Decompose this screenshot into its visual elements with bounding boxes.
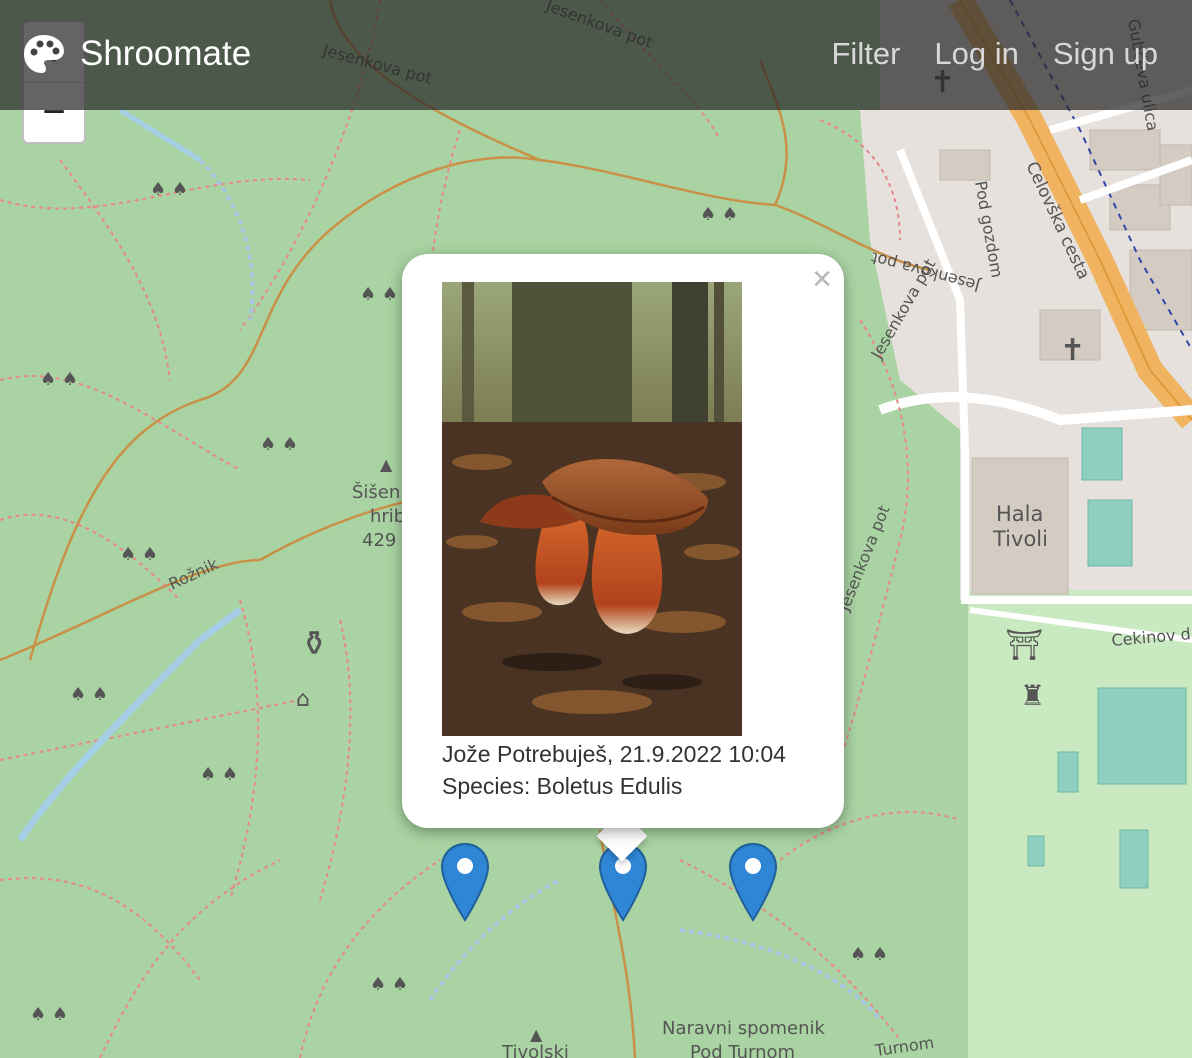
nav-links: Filter Log in Sign up <box>832 34 1159 74</box>
mushroom-photo <box>442 282 742 736</box>
amphora-icon: ⚱ <box>300 624 329 664</box>
map-label: Šišen <box>352 481 400 503</box>
author-date: Jože Potrebuješ, 21.9.2022 10:04 <box>442 741 786 767</box>
svg-text:♠ ♠: ♠ ♠ <box>150 179 188 200</box>
map-label: hrib <box>370 506 405 527</box>
brand[interactable]: Shroomate <box>22 32 251 76</box>
observation-details: Jože Potrebuješ, 21.9.2022 10:04 Species… <box>442 738 786 802</box>
svg-text:♠ ♠: ♠ ♠ <box>700 204 738 225</box>
monument-icon: ♜ <box>1020 679 1045 712</box>
map-marker[interactable] <box>440 842 490 922</box>
login-link[interactable]: Log in <box>934 34 1018 74</box>
svg-text:♠ ♠: ♠ ♠ <box>30 1004 68 1025</box>
museum-icon: ⛩ <box>1005 628 1043 663</box>
svg-text:♠ ♠: ♠ ♠ <box>260 434 298 455</box>
palette-icon <box>24 35 64 73</box>
svg-text:♠ ♠: ♠ ♠ <box>200 764 238 785</box>
shelter-icon: ⌂ <box>296 687 310 712</box>
map-label: Tivolski <box>501 1042 569 1058</box>
brand-name: Shroomate <box>80 34 252 73</box>
filter-link[interactable]: Filter <box>832 34 901 74</box>
species: Species: Boletus Edulis <box>442 773 683 799</box>
map-label: Tivoli <box>992 527 1048 551</box>
svg-text:♠ ♠: ♠ ♠ <box>70 684 108 705</box>
observation-popup: × Jože Potrebuješ, 21.9.2022 10:04 Speci… <box>402 254 844 828</box>
close-icon[interactable]: × <box>812 262 832 296</box>
map-label: 429 <box>362 530 396 551</box>
svg-text:♠ ♠: ♠ ♠ <box>850 944 888 965</box>
signup-link[interactable]: Sign up <box>1053 34 1158 74</box>
svg-text:♠ ♠: ♠ ♠ <box>40 369 78 390</box>
peak-icon: ▲ <box>380 455 393 474</box>
map-label: Hala <box>996 502 1043 526</box>
svg-text:♠ ♠: ♠ ♠ <box>360 284 398 305</box>
map-marker[interactable] <box>728 842 778 922</box>
navbar: Shroomate Filter Log in Sign up <box>0 0 1192 110</box>
church-icon: ✝ <box>1060 333 1085 368</box>
svg-text:♠ ♠: ♠ ♠ <box>370 974 408 995</box>
svg-text:♠ ♠: ♠ ♠ <box>120 544 158 565</box>
map-label: Pod Turnom <box>690 1042 795 1058</box>
map-label: Naravni spomenik <box>662 1018 826 1039</box>
